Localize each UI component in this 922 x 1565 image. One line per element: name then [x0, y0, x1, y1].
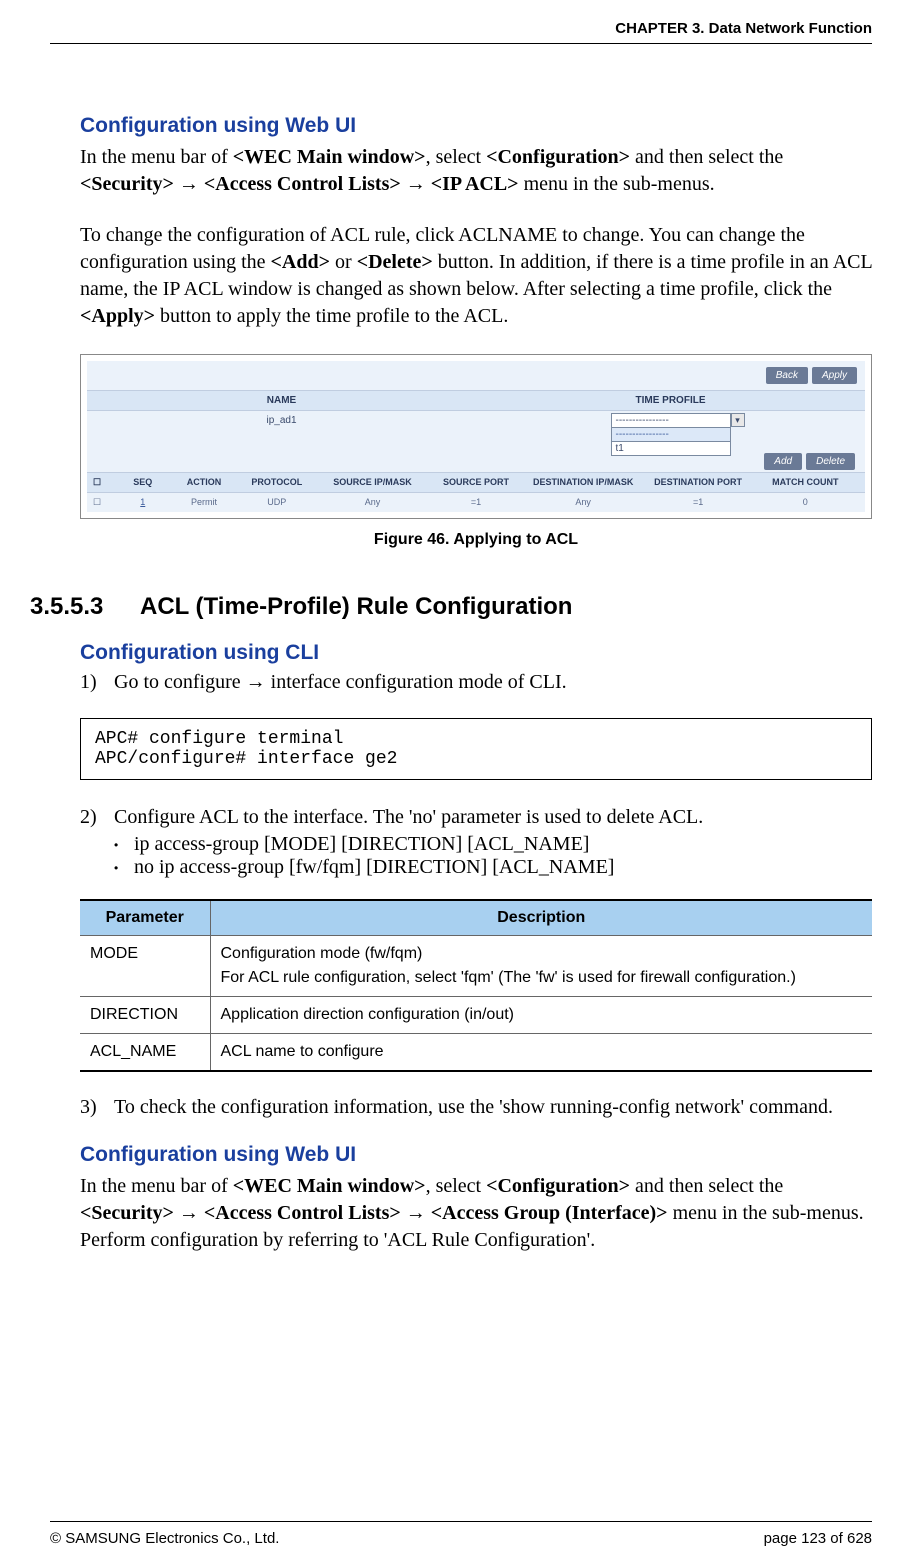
chevron-down-icon[interactable]: ▾	[731, 413, 745, 427]
step-text: Configure ACL to the interface. The 'no'…	[114, 806, 872, 829]
list-item: 1) Go to configure → interface configura…	[80, 671, 872, 694]
code-block: APC# configure terminal APC/configure# i…	[80, 718, 872, 780]
table-row: DIRECTION Application direction configur…	[80, 997, 872, 1034]
col-match-count: MATCH COUNT	[752, 477, 859, 488]
cell-match: 0	[752, 497, 859, 508]
add-button[interactable]: Add	[764, 453, 802, 470]
arrow-icon: →	[406, 1202, 426, 1224]
section-number: 3.5.5.3	[30, 593, 140, 621]
col-name: NAME	[87, 395, 476, 406]
step-number: 1)	[80, 671, 114, 694]
step-list: 3) To check the configuration informatio…	[80, 1096, 872, 1119]
table-row: ☐ 1 Permit UDP Any =1 Any =1 0	[87, 493, 865, 512]
col-protocol: PROTOCOL	[239, 477, 316, 488]
delete-button[interactable]: Delete	[806, 453, 855, 470]
para-webui-4: Perform configuration by referring to 'A…	[80, 1227, 872, 1254]
dropdown-option-blank[interactable]: ----------------	[611, 428, 731, 442]
step-number: 2)	[80, 806, 114, 829]
figure-table-header: ☐ SEQ ACTION PROTOCOL SOURCE IP/MASK SOU…	[87, 472, 865, 493]
cell-param: MODE	[80, 936, 210, 997]
cell-desc: ACL name to configure	[210, 1034, 872, 1072]
cell-protocol: UDP	[239, 497, 316, 508]
timeprofile-dropdown[interactable]: ---------------- ▾ ---------------- t1	[476, 413, 865, 456]
cell-source-ip: Any	[315, 497, 430, 508]
step-list: 2) Configure ACL to the interface. The '…	[80, 806, 872, 829]
cell-action: Permit	[170, 497, 239, 508]
cell-source-port: =1	[430, 497, 522, 508]
bullet-list: ip access-group [MODE] [DIRECTION] [ACL_…	[114, 833, 872, 879]
back-button[interactable]: Back	[766, 367, 808, 384]
parameter-table: Parameter Description MODE Configuration…	[80, 899, 872, 1072]
cell-dest-ip: Any	[522, 497, 645, 508]
figure-header-row: NAME TIME PROFILE	[87, 390, 865, 411]
cell-dest-port: =1	[644, 497, 751, 508]
arrow-icon: →	[179, 1202, 199, 1224]
table-row: MODE Configuration mode (fw/fqm) For ACL…	[80, 936, 872, 997]
figure-inner: Back Apply NAME TIME PROFILE ip_ad1 ----…	[87, 361, 865, 512]
table-header-row: Parameter Description	[80, 900, 872, 936]
figure-46: Back Apply NAME TIME PROFILE ip_ad1 ----…	[80, 354, 872, 519]
para-webui-2: To change the configuration of ACL rule,…	[80, 222, 872, 330]
bullet-item: no ip access-group [fw/fqm] [DIRECTION] …	[114, 856, 872, 879]
list-item: 2) Configure ACL to the interface. The '…	[80, 806, 872, 829]
apply-button[interactable]: Apply	[812, 367, 857, 384]
table-row: ACL_NAME ACL name to configure	[80, 1034, 872, 1072]
heading-config-webui-1: Configuration using Web UI	[80, 114, 872, 138]
section-heading: 3.5.5.3ACL (Time-Profile) Rule Configura…	[30, 593, 872, 621]
cell-desc: Configuration mode (fw/fqm) For ACL rule…	[210, 936, 872, 997]
checkbox-header[interactable]: ☐	[93, 477, 116, 488]
arrow-icon: →	[179, 173, 199, 195]
heading-config-cli: Configuration using CLI	[80, 641, 872, 665]
para-webui-1: In the menu bar of <WEC Main window>, se…	[80, 144, 872, 198]
page-footer: © SAMSUNG Electronics Co., Ltd. page 123…	[50, 1521, 872, 1547]
page: CHAPTER 3. Data Network Function Configu…	[0, 0, 922, 1565]
page-header: CHAPTER 3. Data Network Function	[50, 20, 872, 44]
section-title: ACL (Time-Profile) Rule Configuration	[140, 593, 572, 620]
arrow-icon: →	[406, 173, 426, 195]
col-source-port: SOURCE PORT	[430, 477, 522, 488]
chapter-title: CHAPTER 3. Data Network Function	[615, 20, 872, 37]
dropdown-option-t1[interactable]: t1	[611, 442, 731, 456]
th-parameter: Parameter	[80, 900, 210, 936]
step-number: 3)	[80, 1096, 114, 1119]
figure-caption: Figure 46. Applying to ACL	[80, 531, 872, 549]
figure-value-row: ip_ad1 ---------------- ▾ --------------…	[87, 411, 865, 472]
bullet-item: ip access-group [MODE] [DIRECTION] [ACL_…	[114, 833, 872, 856]
page-number: page 123 of 628	[764, 1530, 872, 1547]
cell-param: ACL_NAME	[80, 1034, 210, 1072]
step-text: Go to configure → interface configuratio…	[114, 671, 872, 694]
row-checkbox[interactable]: ☐	[93, 497, 116, 508]
para-webui-3: In the menu bar of <WEC Main window>, se…	[80, 1173, 872, 1227]
cell-desc: Application direction configuration (in/…	[210, 997, 872, 1034]
col-source-ip: SOURCE IP/MASK	[315, 477, 430, 488]
heading-config-webui-2: Configuration using Web UI	[80, 1143, 872, 1167]
cell-param: DIRECTION	[80, 997, 210, 1034]
col-seq: SEQ	[116, 477, 170, 488]
content-area: Configuration using Web UI In the menu b…	[50, 114, 872, 1254]
col-dest-ip: DESTINATION IP/MASK	[522, 477, 645, 488]
dropdown-selected[interactable]: ----------------	[611, 413, 731, 428]
name-value: ip_ad1	[87, 413, 476, 456]
step-list: 1) Go to configure → interface configura…	[80, 671, 872, 694]
col-dest-port: DESTINATION PORT	[644, 477, 751, 488]
figure-toolbar: Back Apply	[87, 361, 865, 390]
col-action: ACTION	[170, 477, 239, 488]
step-text: To check the configuration information, …	[114, 1096, 872, 1119]
col-timeprofile: TIME PROFILE	[476, 395, 865, 406]
list-item: 3) To check the configuration informatio…	[80, 1096, 872, 1119]
th-description: Description	[210, 900, 872, 936]
cell-seq[interactable]: 1	[116, 497, 170, 508]
copyright: © SAMSUNG Electronics Co., Ltd.	[50, 1530, 279, 1547]
